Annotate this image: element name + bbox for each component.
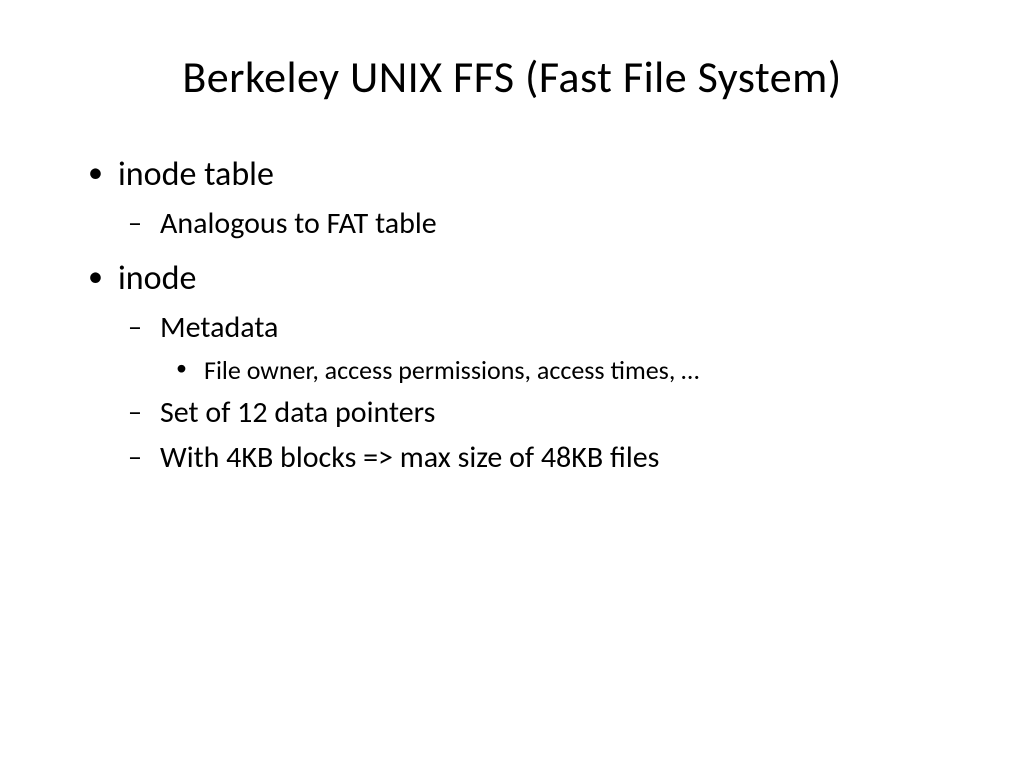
bullet-level3: File owner, access permissions, access t… xyxy=(80,354,954,386)
bullet-level1: inode table xyxy=(80,154,954,195)
slide-title: Berkeley UNIX FFS (Fast File System) xyxy=(70,50,954,104)
bullet-level2: Analogous to FAT table xyxy=(80,205,954,242)
bullet-level2: Metadata xyxy=(80,309,954,346)
bullet-level2: Set of 12 data pointers xyxy=(80,394,954,431)
bullet-level2: With 4KB blocks => max size of 48KB file… xyxy=(80,439,954,476)
bullet-level1: inode xyxy=(80,258,954,299)
slide-content: inode table Analogous to FAT table inode… xyxy=(70,154,954,476)
